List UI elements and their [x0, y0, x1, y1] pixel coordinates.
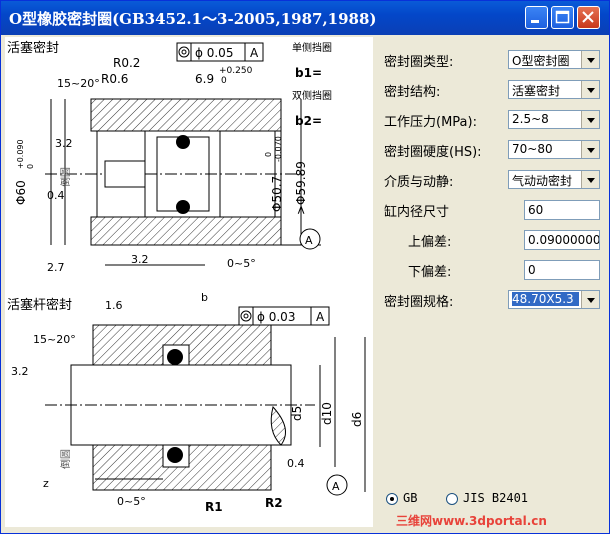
r2-label: R2 [265, 496, 283, 510]
r06-label: R0.6 [101, 72, 128, 86]
dropdown-arrow-icon[interactable] [581, 141, 599, 158]
piston-tolerance-datum: A [250, 46, 259, 60]
dropdown-arrow-icon[interactable] [581, 51, 599, 68]
technical-drawing: 活塞密封 ϕ 0.05 A 单侧挡圈 b1= 双侧挡圈 b2= R0.2 R0.… [5, 37, 373, 527]
r04-label: 0.4 [47, 189, 65, 202]
d5-label: d5 [290, 406, 304, 421]
jis-radio[interactable] [446, 493, 458, 505]
seal-type-select[interactable]: O型密封圈 [508, 50, 600, 69]
roughness-32-label: 3.2 [55, 137, 73, 150]
rod-seal-drawing: 活塞杆密封 1.6 b ϕ 0.03 A 15~20° 3.2 倒圆 d5 d1… [7, 291, 366, 514]
chamfer-label: 倒圆 [60, 167, 72, 187]
angle-15-20-label: 15~20° [57, 77, 100, 90]
dia60-tol-low: 0 [26, 164, 35, 169]
gb-radio[interactable] [386, 493, 398, 505]
seal-structure-select[interactable]: 活塞密封 [508, 80, 600, 99]
close-button[interactable] [577, 6, 600, 29]
parameter-panel: 密封圈类型: O型密封圈 密封结构: 活塞密封 工作压力(MPa): 2.5~8… [376, 37, 608, 527]
rod-seal-title: 活塞杆密封 [7, 297, 72, 313]
seal-type-label: 密封圈类型: [384, 55, 454, 70]
seal-structure-label: 密封结构: [384, 85, 441, 100]
rod-angle-15-20-label: 15~20° [33, 333, 76, 346]
dim-69-tol-low: 0 [221, 76, 227, 86]
spec-label: 密封圈规格: [384, 295, 454, 310]
angle-0-5-label: 0~5° [227, 257, 256, 270]
lower-dev-input[interactable]: 0 [524, 260, 600, 280]
lower-dev-label: 下偏差: [408, 265, 452, 280]
upper-dev-input[interactable]: 0.09000000 [524, 230, 600, 250]
dia507-tol-low: -0.070 [274, 136, 283, 162]
dropdown-arrow-icon[interactable] [581, 81, 599, 98]
hardness-select[interactable]: 70~80 [508, 140, 600, 159]
gb-radio-label[interactable]: GB [403, 491, 417, 505]
pressure-select[interactable]: 2.5~8 [508, 110, 600, 129]
medium-value: 气动动密封 [512, 174, 573, 188]
upper-dev-value: 0.09000000 [528, 233, 600, 247]
close-icon [582, 11, 594, 23]
dia60-label: Φ60 [14, 180, 28, 205]
bore-value: 60 [528, 203, 544, 217]
d6-label: d6 [350, 412, 364, 427]
dropdown-arrow-icon[interactable] [581, 171, 599, 188]
window-title: O型橡胶密封圈(GB3452.1～3-2005,1987,1988) [9, 10, 377, 28]
rod-r04-label: 0.4 [287, 457, 305, 470]
roughness-32b-label: 3.2 [131, 253, 149, 266]
r02-label: R0.2 [113, 56, 140, 70]
r1-label: R1 [205, 500, 223, 514]
d10-label: d10 [320, 402, 334, 425]
b2-label: b2= [295, 114, 322, 128]
piston-seal-drawing: 活塞密封 ϕ 0.05 A 单侧挡圈 b1= 双侧挡圈 b2= R0.2 R0.… [7, 40, 332, 274]
medium-select[interactable]: 气动动密封 [508, 170, 600, 189]
minimize-icon [531, 20, 539, 23]
dia507-tol-up: 0 [264, 152, 273, 157]
app-window: O型橡胶密封圈(GB3452.1～3-2005,1987,1988) 活塞密封 [0, 0, 610, 534]
rod-chamfer-label: 倒圆 [60, 449, 72, 469]
dim-69-label: 6.9 [195, 72, 214, 86]
piston-datum-a: A [305, 234, 313, 247]
jis-radio-label[interactable]: JIS B2401 [463, 491, 528, 505]
dia5989-label: >Φ59.89 [294, 161, 308, 215]
dropdown-arrow-icon[interactable] [581, 291, 599, 308]
dia507-label: Φ50.7 [270, 176, 284, 212]
seal-type-value: O型密封圈 [512, 54, 570, 68]
pressure-value: 2.5~8 [512, 112, 549, 126]
piston-seal-title: 活塞密封 [7, 40, 59, 56]
seal-structure-value: 活塞密封 [512, 84, 561, 98]
roughness-16-label: 1.6 [105, 299, 123, 312]
b1-label: b1= [295, 66, 322, 80]
seal-drawing-svg: 活塞密封 ϕ 0.05 A 单侧挡圈 b1= 双侧挡圈 b2= R0.2 R0.… [7, 40, 366, 514]
medium-label: 介质与动静: [384, 175, 454, 190]
watermark: 三维网www.3dportal.cn [396, 514, 547, 528]
title-bar: O型橡胶密封圈(GB3452.1～3-2005,1987,1988) [1, 1, 609, 35]
dim-69-tol-up: +0.250 [219, 66, 253, 76]
rod-tolerance-value: ϕ 0.03 [257, 310, 295, 324]
dropdown-arrow-icon[interactable] [581, 111, 599, 128]
bore-input[interactable]: 60 [524, 200, 600, 220]
lower-dev-value: 0 [528, 263, 536, 277]
spec-value: 48.70X5.3 [512, 292, 579, 306]
double-side-note: 双侧挡圈 [292, 89, 332, 102]
minimize-button[interactable] [525, 6, 548, 29]
upper-dev-label: 上偏差: [408, 235, 452, 250]
hardness-label: 密封圈硬度(HS): [384, 145, 482, 160]
bore-label: 缸内径尺寸 [384, 205, 450, 220]
hardness-value: 70~80 [512, 142, 553, 156]
rod-tolerance-datum: A [316, 310, 325, 324]
maximize-icon [555, 10, 570, 24]
single-side-note: 单侧挡圈 [292, 41, 332, 54]
spec-select[interactable]: 48.70X5.3 [508, 290, 600, 309]
rod-datum-a: A [332, 480, 340, 493]
piston-tolerance-value: ϕ 0.05 [195, 46, 233, 60]
dia60-tol-up: +0.090 [16, 139, 25, 169]
maximize-button[interactable] [551, 6, 574, 29]
pressure-label: 工作压力(MPa): [384, 115, 477, 130]
dim-b-label: b [201, 291, 208, 304]
rod-angle-0-5-label: 0~5° [117, 495, 146, 508]
z-label: z [43, 477, 49, 490]
dim-27-label: 2.7 [47, 261, 65, 274]
rod-roughness-32-label: 3.2 [11, 365, 29, 378]
